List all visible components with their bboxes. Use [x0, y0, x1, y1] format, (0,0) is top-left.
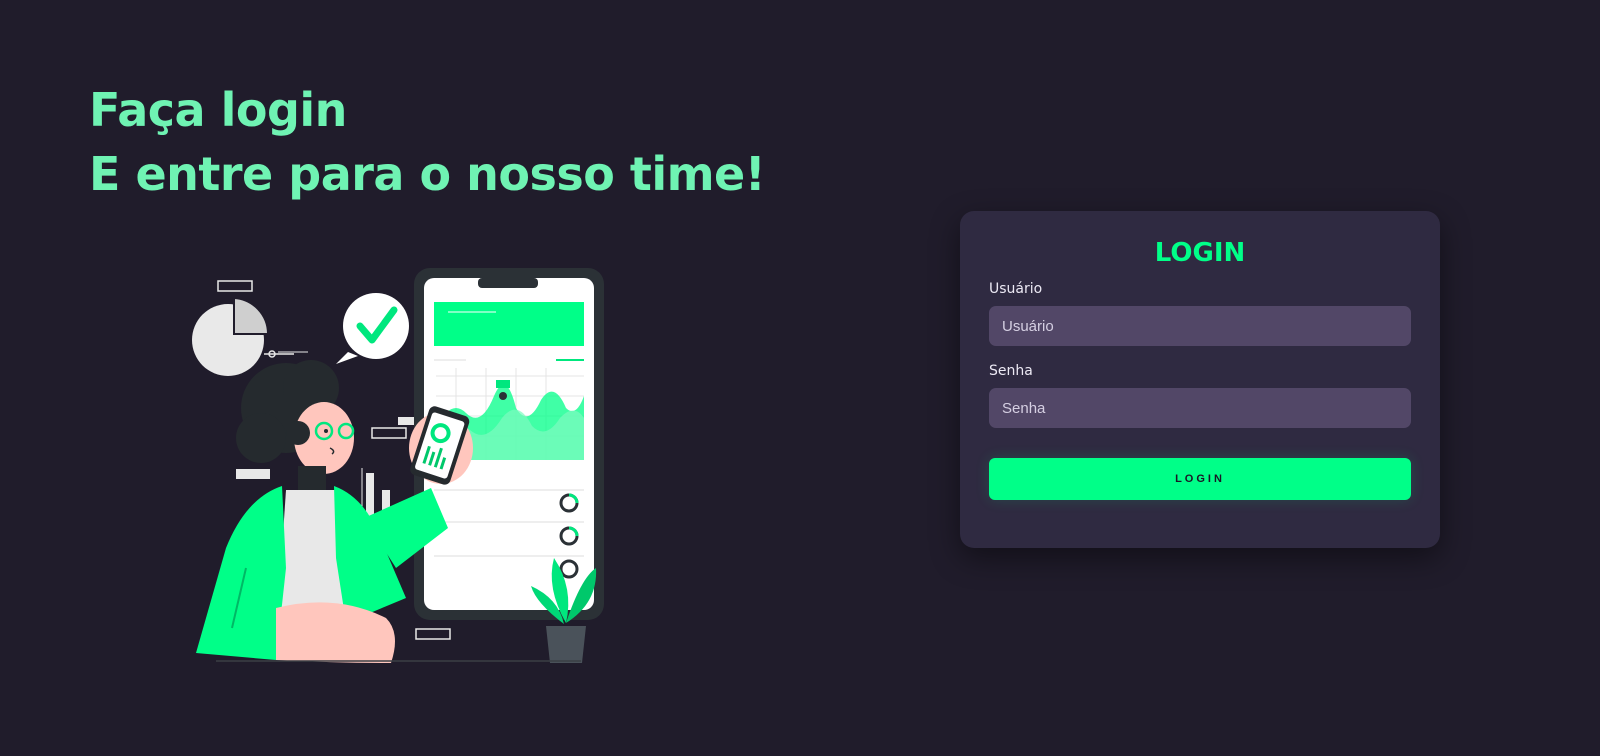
login-card: LOGIN Usuário Senha LOGIN — [960, 211, 1440, 548]
login-title: LOGIN — [1154, 238, 1246, 268]
check-bubble-icon — [336, 293, 409, 364]
login-button[interactable]: LOGIN — [989, 458, 1411, 500]
password-label: Senha — [989, 363, 1033, 379]
login-page: Faça login E entre para o nosso time! LO… — [0, 0, 1600, 756]
hero-illustration — [186, 268, 606, 688]
hero-headline: Faça login E entre para o nosso time! — [89, 78, 766, 206]
username-input[interactable] — [989, 306, 1411, 346]
username-label: Usuário — [989, 281, 1043, 297]
password-input[interactable] — [989, 388, 1411, 428]
hero-line-2: E entre para o nosso time! — [89, 147, 766, 201]
hero-line-1: Faça login — [89, 83, 347, 137]
